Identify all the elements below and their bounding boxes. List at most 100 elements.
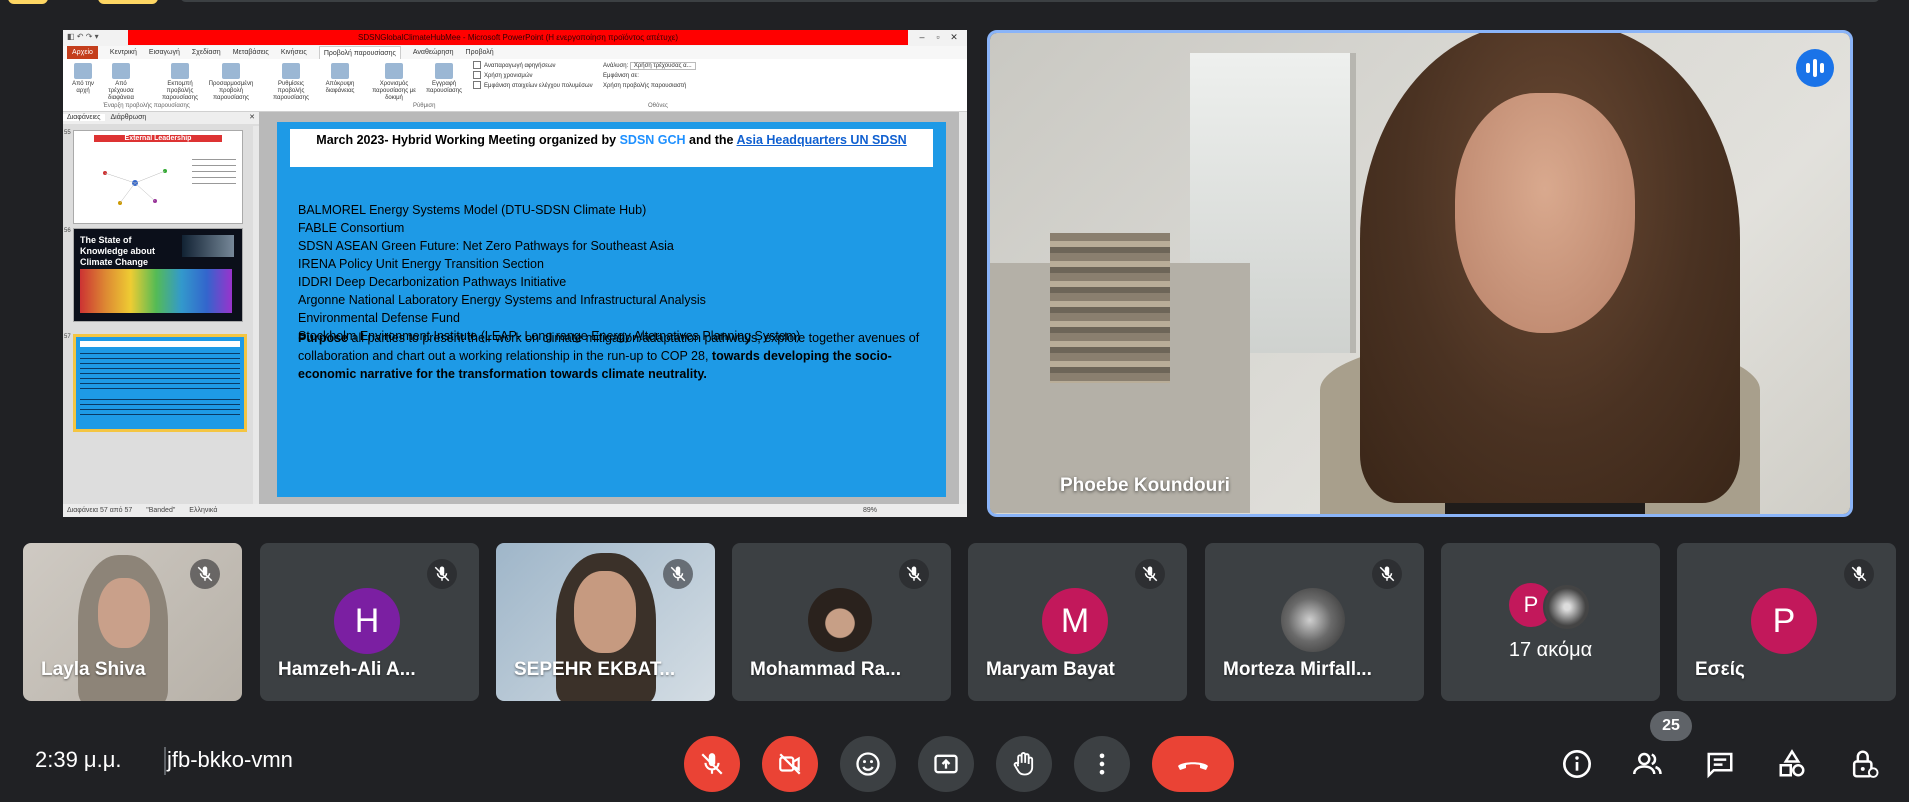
ribbon-button: Εκπομπή προβολής παρουσίασης [158,63,202,103]
list-item: Environmental Defense Fund [298,311,460,325]
mic-off-icon [1135,559,1165,589]
list-item: SDSN ASEAN Green Future: Net Zero Pathwa… [298,239,674,253]
emoji-button[interactable] [840,736,896,792]
hide-slide-icon [331,63,349,79]
ppt-window-title: SDSNGlobalClimateHubMee - Microsoft Powe… [128,30,908,45]
ribbon-tab: Προβολή [465,49,494,56]
close-icon: ✕ [950,32,958,42]
participant-name: Mohammad Ra... [750,659,901,680]
participant-tile[interactable]: M Maryam Bayat [968,543,1187,701]
ribbon-tab: Εισαγωγή [148,49,180,56]
avatar: M [1042,588,1108,654]
participant-tile[interactable]: Layla Shiva [23,543,242,701]
video-feed [990,33,1850,514]
end-call-icon [1178,762,1208,770]
speaking-indicator-icon [1796,49,1834,87]
ribbon-group-label: Οθόνες [648,103,668,109]
emoji-icon [856,752,880,776]
participant-count-badge: 25 [1650,711,1692,741]
current-slide: March 2023- Hybrid Working Meeting organ… [277,122,946,497]
record-icon [435,63,453,79]
avatar [1543,583,1591,631]
ribbon-tab: Προβολή παρουσίασης [318,46,401,59]
active-speaker-tile[interactable]: Phoebe Koundouri [987,30,1853,517]
meeting-info-button[interactable] [1554,741,1600,787]
ribbon-button: Προσαρμοσμένη προβολή παρουσίασης [205,63,257,103]
divider [164,747,166,775]
ribbon-button: Εγγραφή παρουσίασης [423,63,465,103]
slide-header: March 2023- Hybrid Working Meeting organ… [290,129,933,167]
people-button[interactable] [1625,741,1671,787]
more-count-label: 17 ακόμα [1508,639,1593,661]
chat-icon [1707,752,1733,779]
ribbon-tab: Κινήσεις [280,49,307,56]
slide-thumbnails-pane: Διαφάνειες Διάρθρωση ✕ 55 External Leade… [63,112,259,504]
more-participants-tile[interactable]: P 17 ακόμα [1441,543,1660,701]
ribbon-tab: Αναθεώρηση [412,49,454,56]
mic-toggle-button[interactable] [684,736,740,792]
mic-off-icon [427,559,457,589]
slide-thumbnail: The State of Knowledge about Climate Cha… [73,228,243,322]
rehearse-icon [385,63,403,79]
activities-button[interactable] [1769,741,1815,787]
slide-thumbnail: External Leadership [73,130,243,224]
participant-tile[interactable]: SEPEHR EKBAT... [496,543,715,701]
participant-name: SEPEHR EKBAT... [514,659,676,680]
ribbon-button: Από την αρχή [65,63,101,103]
participant-tile[interactable]: Mohammad Ra... [732,543,951,701]
top-indicator [8,0,48,4]
mic-off-icon [899,559,929,589]
restore-icon: ▫ [936,32,940,42]
top-indicator [98,0,158,4]
avatar: P [1751,588,1817,654]
leave-call-button[interactable] [1152,736,1234,792]
participant-name: Hamzeh-Ali A... [278,659,416,680]
more-options-button[interactable] [1074,736,1130,792]
participant-tile[interactable]: Morteza Mirfall... [1205,543,1424,701]
ppt-ribbon-tabs: Αρχείο Κεντρική Εισαγωγή Σχεδίαση Μεταβά… [63,46,967,59]
present-button[interactable] [918,736,974,792]
scrollbar [959,112,967,504]
raise-hand-button[interactable] [996,736,1052,792]
slide-number: 55 [64,130,71,136]
participant-name: Εσείς [1695,659,1745,680]
self-tile[interactable]: P Εσείς [1677,543,1896,701]
camera-off-icon [779,753,801,775]
ppt-status-bar: Διαφάνεια 57 από 57 "Banded" Ελληνικά 89… [63,504,967,517]
host-controls-button[interactable] [1841,741,1887,787]
chat-button[interactable] [1697,741,1743,787]
mic-off-icon [1372,559,1402,589]
ribbon-button: Από τρέχουσα διαφάνεια [103,63,139,103]
participant-tile[interactable]: H Hamzeh-Ali A... [260,543,479,701]
avatar [1281,588,1345,652]
more-vert-icon [1099,753,1105,775]
slide-number: 57 [64,334,71,340]
slide-purpose: Purpose all parties to present their wor… [298,331,920,381]
slide-thumbnail-selected [73,334,247,432]
list-item: IRENA Policy Unit Energy Transition Sect… [298,257,544,271]
speaker-name: Phoebe Koundouri [1060,475,1230,496]
raise-hand-icon [1013,752,1034,776]
participant-name: Layla Shiva [41,659,146,680]
ribbon-group-label: Έναρξη προβολής παρουσίασης [103,103,190,109]
participant-name: Morteza Mirfall... [1223,659,1372,680]
top-bar [180,0,1880,2]
list-item: FABLE Consortium [298,221,405,235]
shared-screen-tile[interactable]: SDSNGlobalClimateHubMee - Microsoft Powe… [63,30,967,517]
camera-toggle-button[interactable] [762,736,818,792]
slide-participant-list: BALMOREL Energy Systems Model (DTU-SDSN … [298,201,938,345]
ribbon-button: Απόκρυψη διαφάνειας [319,63,361,103]
ribbon-tab: Αρχείο [67,46,98,59]
host-controls-icon [1852,750,1879,778]
present-icon [934,754,958,774]
info-icon [1563,750,1591,778]
minimize-icon: – [919,32,925,42]
ribbon-tab: Μεταβάσεις [232,49,269,56]
activities-icon [1779,749,1805,777]
ribbon-button: Χρονισμός παρουσίασης με δοκιμή [368,63,420,103]
mic-off-icon [1844,559,1874,589]
list-item: IDDRI Deep Decarbonization Pathways Init… [298,275,567,289]
avatar: H [334,588,400,654]
participant-name: Maryam Bayat [986,659,1115,680]
ribbon-button: Ρυθμίσεις προβολής παρουσίασης [265,63,317,103]
